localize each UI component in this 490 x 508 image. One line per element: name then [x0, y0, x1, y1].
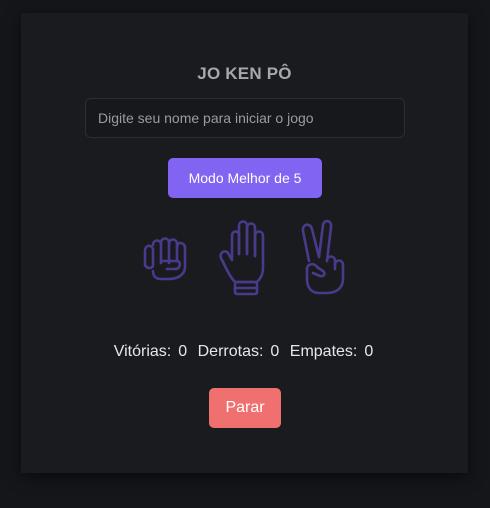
scissors-choice-button[interactable]	[297, 219, 351, 295]
rock-choice-button[interactable]	[137, 231, 197, 281]
losses-count: 0	[270, 343, 280, 360]
player-name-input[interactable]	[85, 98, 405, 138]
game-card: JO KEN PÔ Modo Melhor de 5	[21, 13, 468, 473]
page-title: JO KEN PÔ	[197, 64, 292, 83]
stop-button[interactable]: Parar	[209, 388, 281, 428]
score-board: Vitórias: 0 Derrotas: 0 Empates: 0	[21, 343, 468, 361]
losses-label: Derrotas:	[197, 343, 264, 360]
open-hand-icon	[219, 220, 265, 296]
wins-count: 0	[178, 343, 188, 360]
draws-count: 0	[364, 343, 374, 360]
draws-label: Empates:	[289, 343, 358, 360]
victory-hand-icon	[301, 219, 345, 295]
best-of-five-button[interactable]: Modo Melhor de 5	[168, 158, 322, 198]
fist-icon	[143, 237, 187, 281]
wins-label: Vitórias:	[113, 343, 172, 360]
paper-choice-button[interactable]	[217, 218, 275, 296]
